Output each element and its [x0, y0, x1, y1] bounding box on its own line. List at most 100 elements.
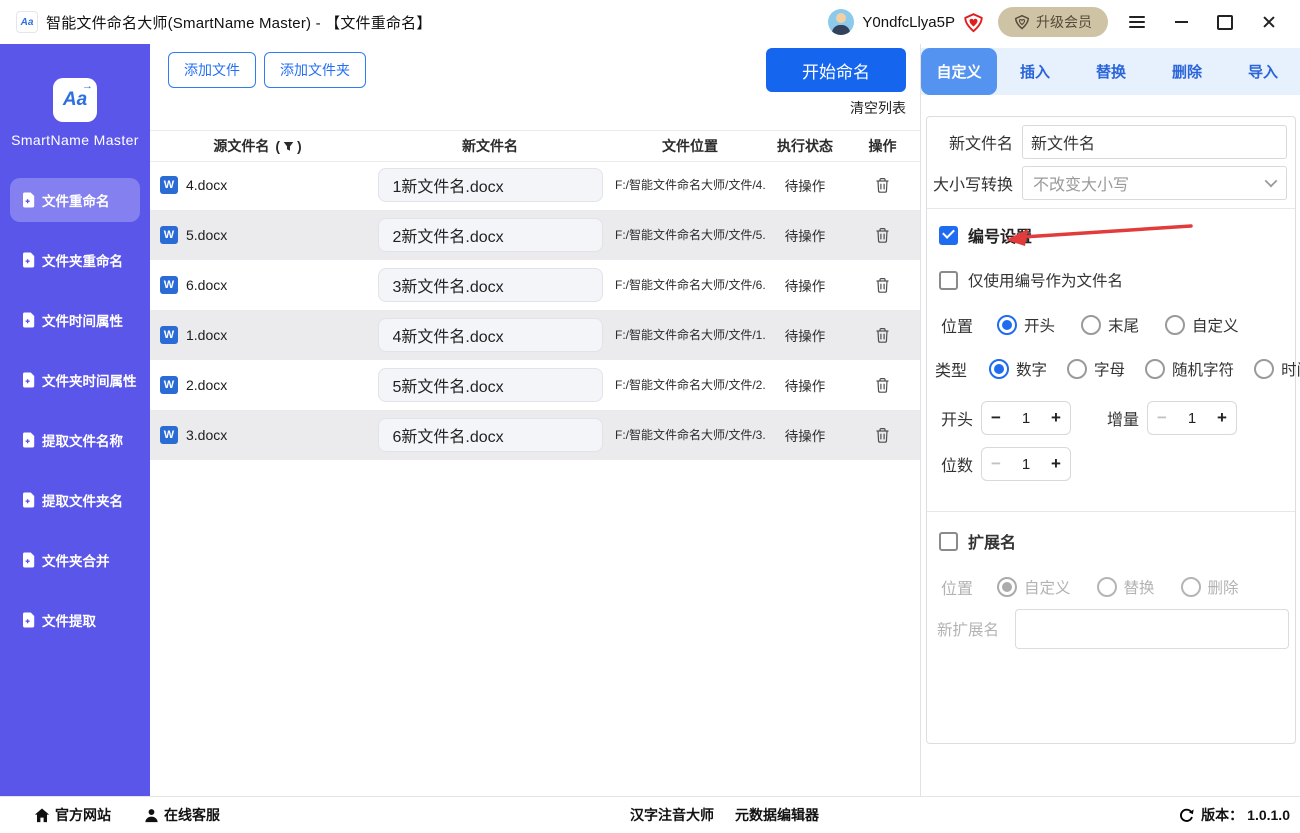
sort-icon[interactable] [283, 141, 294, 152]
radio-icon [997, 315, 1018, 335]
delete-row-button[interactable] [871, 323, 894, 348]
decrement-button[interactable]: − [982, 408, 1010, 428]
status-text: 待操作 [784, 328, 826, 344]
radio-label: 替换 [1123, 580, 1155, 597]
delete-row-button[interactable] [871, 223, 894, 248]
sidebar-item[interactable]: 文件时间属性 [10, 298, 140, 342]
add-folder-button[interactable]: 添加文件夹 [264, 52, 366, 88]
logo-arrow-icon: → [82, 80, 93, 92]
increment-button[interactable]: + [1208, 408, 1236, 428]
number-type-label: 类型 [935, 363, 968, 380]
radio-label: 字母 [1094, 362, 1126, 379]
delete-row-button[interactable] [871, 273, 894, 298]
increment-button[interactable]: + [1042, 408, 1070, 428]
pinyin-master-label: 汉字注音大师 [630, 807, 714, 823]
panel-tab[interactable]: 替换 [1073, 48, 1149, 95]
panel-tab[interactable]: 导入 [1225, 48, 1300, 95]
only-number-checkbox[interactable] [939, 270, 958, 290]
radio-option[interactable]: 随机字符 [1145, 358, 1234, 380]
radio-label: 开头 [1024, 318, 1056, 335]
radio-option: 替换 [1096, 576, 1155, 598]
panel-tab[interactable]: 插入 [997, 48, 1073, 95]
source-filename: 6.docx [186, 277, 228, 293]
new-filename-input[interactable] [377, 268, 603, 302]
radio-option[interactable]: 字母 [1067, 358, 1125, 380]
official-site-link[interactable]: 官方网站 [34, 797, 111, 833]
sidebar-item[interactable]: 文件夹重命名 [10, 238, 140, 282]
minimize-button[interactable] [1166, 7, 1196, 37]
col-source-label: 源文件名 [213, 138, 270, 154]
sidebar-item[interactable]: 文件重命名 [10, 178, 140, 222]
delete-row-button[interactable] [871, 373, 894, 398]
radio-icon [1081, 315, 1102, 335]
increment-button[interactable]: + [1042, 454, 1070, 474]
settings-panel: 自定义插入替换删除导入 新文件名 大小写转换 不改变大小写 编号设置 仅使用编号… [920, 44, 1300, 796]
panel-tab[interactable]: 删除 [1149, 48, 1225, 95]
refresh-icon[interactable] [1179, 808, 1194, 823]
footer-bar: 官方网站 在线客服 汉字注音大师 元数据编辑器 版本： 1.0.1.0 [0, 796, 1300, 832]
start-rename-button[interactable]: 开始命名 [766, 48, 906, 92]
new-extension-field [1015, 609, 1289, 649]
new-filename-field[interactable] [1022, 125, 1287, 159]
sidebar-item[interactable]: 文件夹合并 [10, 538, 140, 582]
sidebar-item[interactable]: 提取文件夹名 [10, 478, 140, 522]
new-filename-input[interactable] [377, 318, 603, 352]
case-convert-label: 大小写转换 [932, 177, 1013, 194]
delete-row-button[interactable] [871, 173, 894, 198]
extension-checkbox[interactable] [939, 531, 958, 551]
delete-row-button[interactable] [871, 423, 894, 448]
app-title: 智能文件命名大师(SmartName Master) - 【文件重命名】 [46, 14, 432, 32]
file-plus-icon [22, 492, 35, 508]
section-divider [927, 511, 1295, 512]
official-site-label: 官方网站 [55, 807, 111, 823]
sidebar-item[interactable]: 文件提取 [10, 598, 140, 642]
radio-label: 删除 [1207, 580, 1239, 597]
sidebar-item[interactable]: 提取文件名称 [10, 418, 140, 462]
panel-tab[interactable]: 自定义 [921, 48, 997, 95]
add-file-button[interactable]: 添加文件 [168, 52, 256, 88]
number-type-group: 数字 字母 随机字符 时间 [989, 358, 1300, 380]
sidebar: Aa → SmartName Master 文件重命名 文件夹重命名 文件时间属性文… [0, 44, 150, 796]
metadata-editor-link[interactable]: 元数据编辑器 [735, 797, 819, 833]
new-filename-input[interactable] [377, 218, 603, 252]
increment-stepper: − 1 + [1147, 401, 1237, 435]
status-text: 待操作 [784, 228, 826, 244]
radio-option[interactable]: 自定义 [1165, 314, 1239, 336]
file-plus-icon [22, 312, 35, 328]
new-filename-input[interactable] [377, 418, 603, 452]
radio-option[interactable]: 末尾 [1081, 314, 1139, 336]
source-filename: 2.docx [186, 377, 228, 393]
radio-icon [1145, 359, 1166, 379]
upgrade-button[interactable]: 升级会员 [998, 7, 1108, 37]
number-position-group: 开头 末尾 自定义 [997, 314, 1239, 336]
radio-label: 自定义 [1192, 318, 1239, 335]
source-filename: 5.docx [186, 227, 228, 243]
close-button[interactable] [1254, 7, 1284, 37]
new-filename-input[interactable] [377, 368, 603, 402]
sidebar-nav: 文件重命名文件夹重命名文件时间属性文件夹时间属性 提取文件名称 提取文件夹名 文件夹合… [0, 178, 150, 642]
radio-option[interactable]: 开头 [997, 314, 1055, 336]
increment-label: 增量 [1107, 412, 1140, 429]
digits-stepper: − 1 + [981, 447, 1071, 481]
radio-option[interactable]: 时间 [1254, 358, 1300, 380]
radio-option[interactable]: 数字 [989, 358, 1047, 380]
status-text: 待操作 [784, 178, 826, 194]
increment-value: 1 [1187, 409, 1197, 427]
clear-list-button[interactable]: 清空列表 [850, 98, 906, 118]
avatar[interactable] [828, 9, 855, 35]
trash-icon [875, 327, 890, 344]
pinyin-master-link[interactable]: 汉字注音大师 [630, 797, 714, 833]
sidebar-item[interactable]: 文件夹时间属性 [10, 358, 140, 402]
numbering-label: 编号设置 [968, 229, 1033, 246]
sidebar-item-label: 文件重命名 [42, 194, 110, 209]
source-filename: 1.docx [186, 327, 228, 343]
case-convert-select[interactable]: 不改变大小写 [1022, 166, 1287, 200]
sidebar-item-label: 文件时间属性 [42, 314, 123, 329]
new-filename-input[interactable] [377, 168, 603, 202]
extension-position-group: 自定义 替换 删除 [997, 576, 1239, 598]
radio-icon [1067, 359, 1088, 379]
numbering-checkbox[interactable] [939, 225, 958, 245]
menu-icon[interactable] [1122, 7, 1152, 37]
online-support-link[interactable]: 在线客服 [144, 797, 220, 833]
maximize-button[interactable] [1210, 7, 1240, 37]
